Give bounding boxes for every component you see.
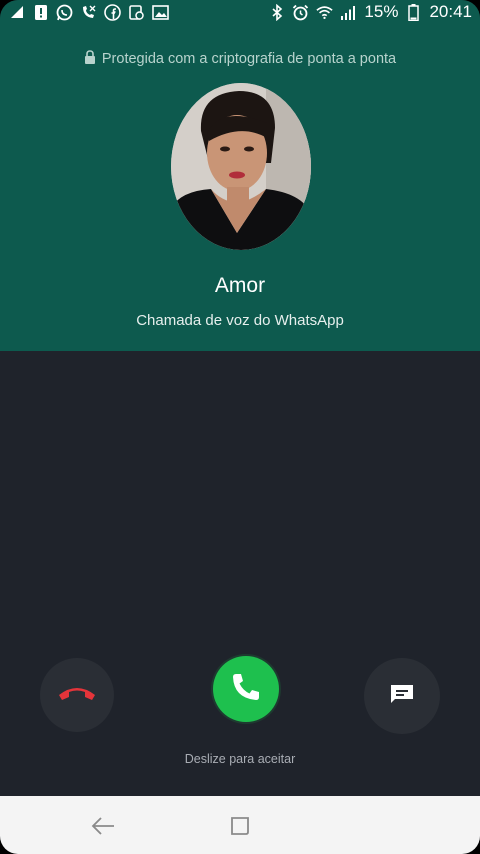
- battery-icon: [405, 3, 422, 21]
- whatsapp-icon: [56, 4, 73, 21]
- phone-screen: 15% 20:41 Protegida com a criptografia d…: [0, 0, 480, 854]
- phone-icon: [229, 670, 263, 709]
- encryption-notice: Protegida com a criptografia de ponta a …: [0, 50, 480, 68]
- call-header: Protegida com a criptografia de ponta a …: [0, 24, 480, 351]
- accept-call-button[interactable]: [213, 656, 279, 722]
- sim-alert-icon: [32, 4, 49, 21]
- back-button[interactable]: [90, 816, 116, 840]
- recent-apps-button[interactable]: [227, 816, 253, 840]
- facebook-icon: [104, 3, 121, 21]
- swipe-hint: Deslize para aceitar: [184, 752, 296, 766]
- encryption-text: Protegida com a criptografia de ponta a …: [101, 51, 397, 67]
- hang-up-icon: [57, 684, 97, 707]
- status-right-icons: 15% 20:41: [268, 2, 472, 22]
- call-type-label: Chamada de voz do WhatsApp: [136, 312, 344, 329]
- alarm-icon: [292, 4, 309, 21]
- status-left-icons: [8, 3, 169, 21]
- signal-icon: [340, 4, 357, 21]
- voicemail-icon: [128, 4, 145, 21]
- navigation-bar: [0, 796, 480, 854]
- status-bar: 15% 20:41: [0, 0, 480, 24]
- lock-icon: [84, 50, 96, 68]
- battery-percent: 15%: [364, 2, 399, 21]
- back-arrow-icon: [90, 816, 116, 841]
- wifi-icon: [316, 4, 334, 21]
- clock: 20:41: [429, 2, 472, 21]
- reply-message-button[interactable]: [364, 658, 440, 734]
- message-icon: [389, 683, 415, 710]
- decline-call-button[interactable]: [40, 658, 114, 732]
- caller-avatar: [171, 83, 311, 250]
- notification-icon: [8, 4, 25, 21]
- recents-icon: [228, 814, 252, 843]
- gallery-icon: [152, 4, 169, 21]
- missed-call-icon: [80, 4, 97, 21]
- caller-name: Amor: [214, 274, 266, 297]
- bluetooth-icon: [268, 3, 285, 21]
